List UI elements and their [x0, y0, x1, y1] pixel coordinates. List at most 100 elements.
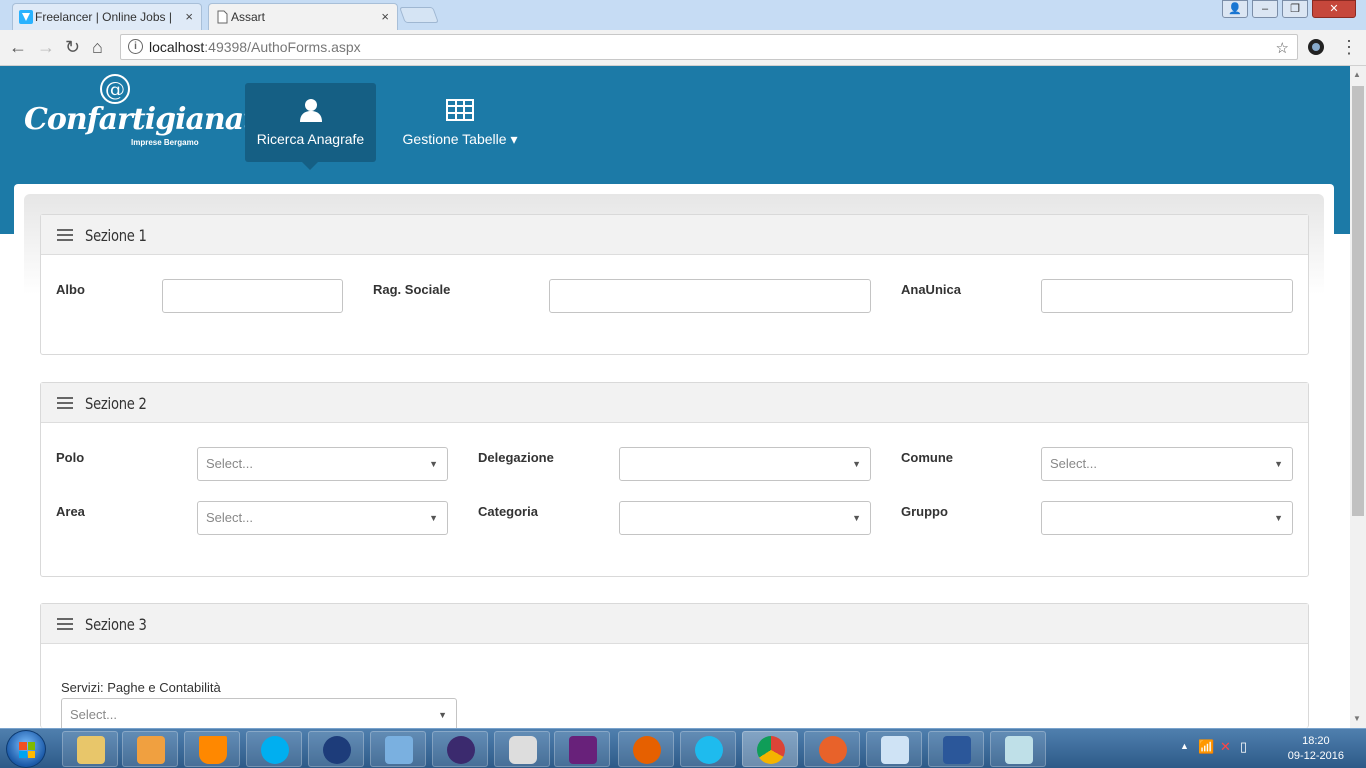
menu-item-gestione-tabelle[interactable]: Gestione Tabelle ▾ — [390, 83, 530, 162]
new-tab-button[interactable] — [399, 7, 439, 23]
minimize-button[interactable]: – — [1252, 0, 1278, 18]
home-icon[interactable]: ⌂ — [92, 37, 103, 57]
taskbar-skype[interactable] — [246, 731, 302, 767]
media-player-icon — [137, 736, 165, 764]
info-icon[interactable]: i — [128, 39, 143, 54]
reload-icon[interactable]: ↻ — [65, 37, 80, 57]
comune-select[interactable]: Select... ▼ — [1041, 447, 1293, 481]
taskbar-ie[interactable] — [680, 731, 736, 767]
area-select[interactable]: Select... ▼ — [197, 501, 448, 535]
app-window-icon — [881, 736, 909, 764]
folder-icon — [77, 736, 105, 764]
section-2: Sezione 2 Polo Select... ▼ Delegazione ▼… — [40, 382, 1309, 577]
scrollbar-thumb[interactable] — [1352, 86, 1364, 516]
clock[interactable]: 18:20 09-12-2016 — [1288, 734, 1344, 764]
taskbar-tool[interactable] — [804, 731, 860, 767]
menu-item-ricerca-anagrafe[interactable]: Ricerca Anagrafe — [245, 83, 376, 170]
battery-icon[interactable]: ▯ — [1240, 739, 1247, 755]
delegazione-select[interactable]: ▼ — [619, 447, 871, 481]
maximize-button[interactable]: ❐ — [1282, 0, 1308, 18]
list-icon — [57, 229, 73, 241]
select-placeholder: Select... — [70, 707, 117, 722]
dropdown-arrow-icon: ▼ — [429, 513, 438, 523]
select-placeholder: Select... — [1050, 456, 1097, 471]
internet-explorer-icon — [695, 736, 723, 764]
extension-icon[interactable] — [1307, 38, 1325, 56]
dropdown-arrow-icon: ▼ — [852, 459, 861, 469]
taskbar-visual-studio[interactable] — [554, 731, 610, 767]
chrome-icon — [757, 736, 785, 764]
address-bar[interactable]: i localhost:49398/AuthoForms.aspx ☆ — [120, 34, 1298, 60]
back-arrow-icon[interactable]: ← — [9, 37, 27, 57]
section-header: Sezione 3 — [41, 604, 1308, 644]
taskbar-database[interactable] — [494, 731, 550, 767]
close-tab-icon[interactable]: × — [381, 4, 389, 30]
network-icon[interactable]: 📶 — [1198, 739, 1214, 755]
dropdown-arrow-icon: ▼ — [852, 513, 861, 523]
browser-toolbar: ← → ↻ ⌂ i localhost:49398/AuthoForms.asp… — [0, 30, 1366, 66]
categoria-select[interactable]: ▼ — [619, 501, 871, 535]
window-controls: 👤 – ❐ ✕ — [1222, 0, 1356, 20]
forward-arrow-icon[interactable]: → — [37, 37, 55, 57]
page-favicon-icon — [217, 10, 228, 24]
logo-name: Confartigianato — [24, 102, 276, 137]
rag-sociale-input[interactable] — [549, 279, 871, 313]
scroll-down-arrow-icon[interactable]: ▼ — [1353, 714, 1361, 723]
servizi-select[interactable]: Select... ▼ — [61, 698, 457, 732]
taskbar-vlc[interactable] — [184, 731, 240, 767]
anaunica-label: AnaUnica — [901, 282, 961, 297]
clock-date: 09-12-2016 — [1287, 750, 1344, 762]
user-profile-icon[interactable]: 👤 — [1222, 0, 1248, 18]
page-scrollbar[interactable]: ▲ ▼ — [1350, 66, 1366, 728]
taskbar-app[interactable] — [866, 731, 922, 767]
rag-sociale-label: Rag. Sociale — [373, 282, 451, 297]
taskbar-eclipse[interactable] — [432, 731, 488, 767]
tab-title: Assart — [231, 10, 266, 24]
clock-time: 18:20 — [1302, 735, 1330, 747]
taskbar-chrome[interactable] — [742, 731, 798, 767]
anaunica-input[interactable] — [1041, 279, 1293, 313]
taskbar-eclipse-tool[interactable] — [308, 731, 364, 767]
dropdown-arrow-icon: ▼ — [1274, 459, 1283, 469]
section-header: Sezione 1 — [41, 215, 1308, 255]
menu-label: Ricerca Anagrafe — [256, 131, 365, 147]
tab-freelancer[interactable]: Freelancer | Online Jobs | × — [12, 3, 202, 30]
select-placeholder: Select... — [206, 456, 253, 471]
polo-select[interactable]: Select... ▼ — [197, 447, 448, 481]
start-button[interactable] — [6, 730, 46, 768]
taskbar-media-player[interactable] — [122, 731, 178, 767]
close-window-button[interactable]: ✕ — [1312, 0, 1356, 18]
freelancer-favicon-icon — [19, 10, 33, 24]
cube-icon — [385, 736, 413, 764]
taskbar-word[interactable] — [928, 731, 984, 767]
section-1: Sezione 1 Albo Rag. Sociale AnaUnica — [40, 214, 1309, 355]
section-title: Sezione 2 — [85, 394, 147, 413]
visual-studio-icon — [569, 736, 597, 764]
section-title: Sezione 1 — [85, 226, 147, 245]
taskbar-firefox[interactable] — [618, 731, 674, 767]
table-icon — [446, 99, 474, 121]
bookmark-star-icon[interactable]: ☆ — [1276, 37, 1289, 61]
close-tab-icon[interactable]: × — [185, 4, 193, 30]
browser-tab-strip: Freelancer | Online Jobs | × Assart × 👤 … — [0, 0, 1366, 30]
list-icon — [57, 397, 73, 409]
chrome-menu-icon[interactable]: ⋮ — [1340, 37, 1358, 57]
taskbar-virtualbox[interactable] — [370, 731, 426, 767]
word-icon — [943, 736, 971, 764]
albo-input[interactable] — [162, 279, 343, 313]
gruppo-select[interactable]: ▼ — [1041, 501, 1293, 535]
section-3: Sezione 3 Servizi: Paghe e Contabilità S… — [40, 603, 1309, 732]
tray-expand-icon[interactable]: ▲ — [1180, 741, 1189, 751]
taskbar-notes[interactable] — [990, 731, 1046, 767]
volume-muted-icon[interactable]: ✕ — [1220, 739, 1231, 755]
skype-icon — [261, 736, 289, 764]
taskbar-explorer[interactable] — [62, 731, 118, 767]
logo-at-symbol: @ — [100, 74, 130, 104]
scroll-up-arrow-icon[interactable]: ▲ — [1353, 70, 1361, 79]
select-placeholder: Select... — [206, 510, 253, 525]
servizi-label: Servizi: Paghe e Contabilità — [61, 680, 221, 695]
tab-assart[interactable]: Assart × — [208, 3, 398, 30]
comune-label: Comune — [901, 450, 953, 465]
section-header: Sezione 2 — [41, 383, 1308, 423]
albo-label: Albo — [56, 282, 85, 297]
